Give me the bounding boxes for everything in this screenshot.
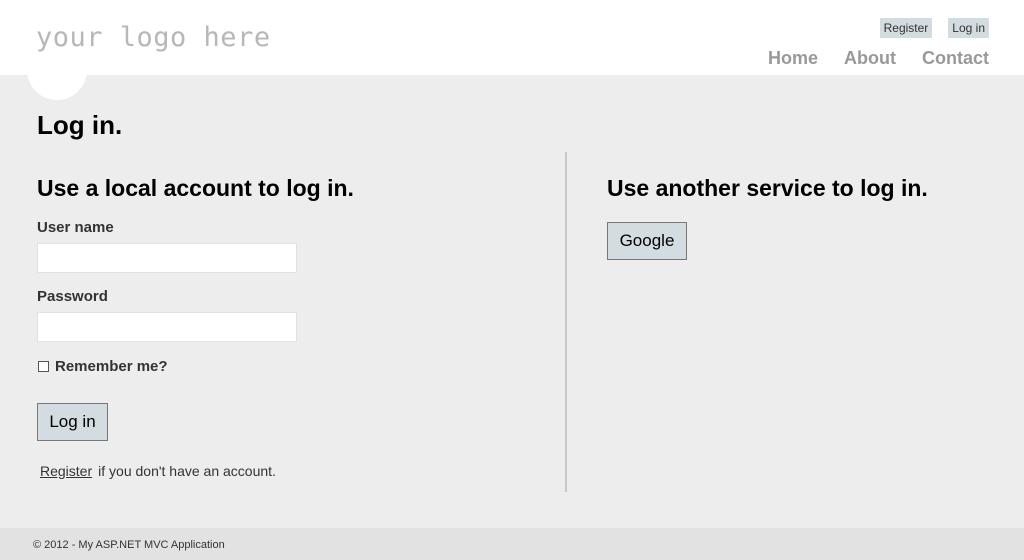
menu-home[interactable]: Home <box>768 48 818 69</box>
menu-contact[interactable]: Contact <box>922 48 989 69</box>
google-login-button[interactable]: Google <box>607 222 687 260</box>
section-divider <box>565 152 567 492</box>
login-link[interactable]: Log in <box>948 18 989 38</box>
password-label: Password <box>37 288 108 305</box>
site-footer: © 2012 - My ASP.NET MVC Application <box>0 528 1024 560</box>
remember-me-checkbox[interactable] <box>38 361 49 372</box>
register-prompt-link[interactable]: Register <box>40 463 92 479</box>
password-input[interactable] <box>37 312 297 342</box>
login-submit-button[interactable]: Log in <box>37 403 108 441</box>
page-title: Log in. <box>37 110 123 140</box>
register-prompt: Register if you don't have an account. <box>40 463 276 479</box>
external-login-heading: Use another service to log in. <box>607 175 928 201</box>
local-login-section: Use a local account to log in. User name… <box>37 175 537 479</box>
main-menu: Home About Contact <box>768 48 989 69</box>
site-header: your logo here Register Log in Home Abou… <box>0 0 1024 100</box>
copyright-text: © 2012 - My ASP.NET MVC Application <box>33 539 225 551</box>
username-input[interactable] <box>37 243 297 273</box>
remember-me-row: Remember me? <box>37 358 168 375</box>
username-label: User name <box>37 219 114 236</box>
site-logo[interactable]: your logo here <box>36 22 271 53</box>
login-links: Register Log in <box>879 18 989 38</box>
remember-me-label[interactable]: Remember me? <box>55 358 168 375</box>
menu-about[interactable]: About <box>844 48 896 69</box>
external-login-section: Use another service to log in. Google <box>607 175 987 260</box>
local-login-heading: Use a local account to log in. <box>37 175 354 201</box>
register-prompt-text: if you don't have an account. <box>98 463 276 479</box>
register-link[interactable]: Register <box>879 18 933 38</box>
